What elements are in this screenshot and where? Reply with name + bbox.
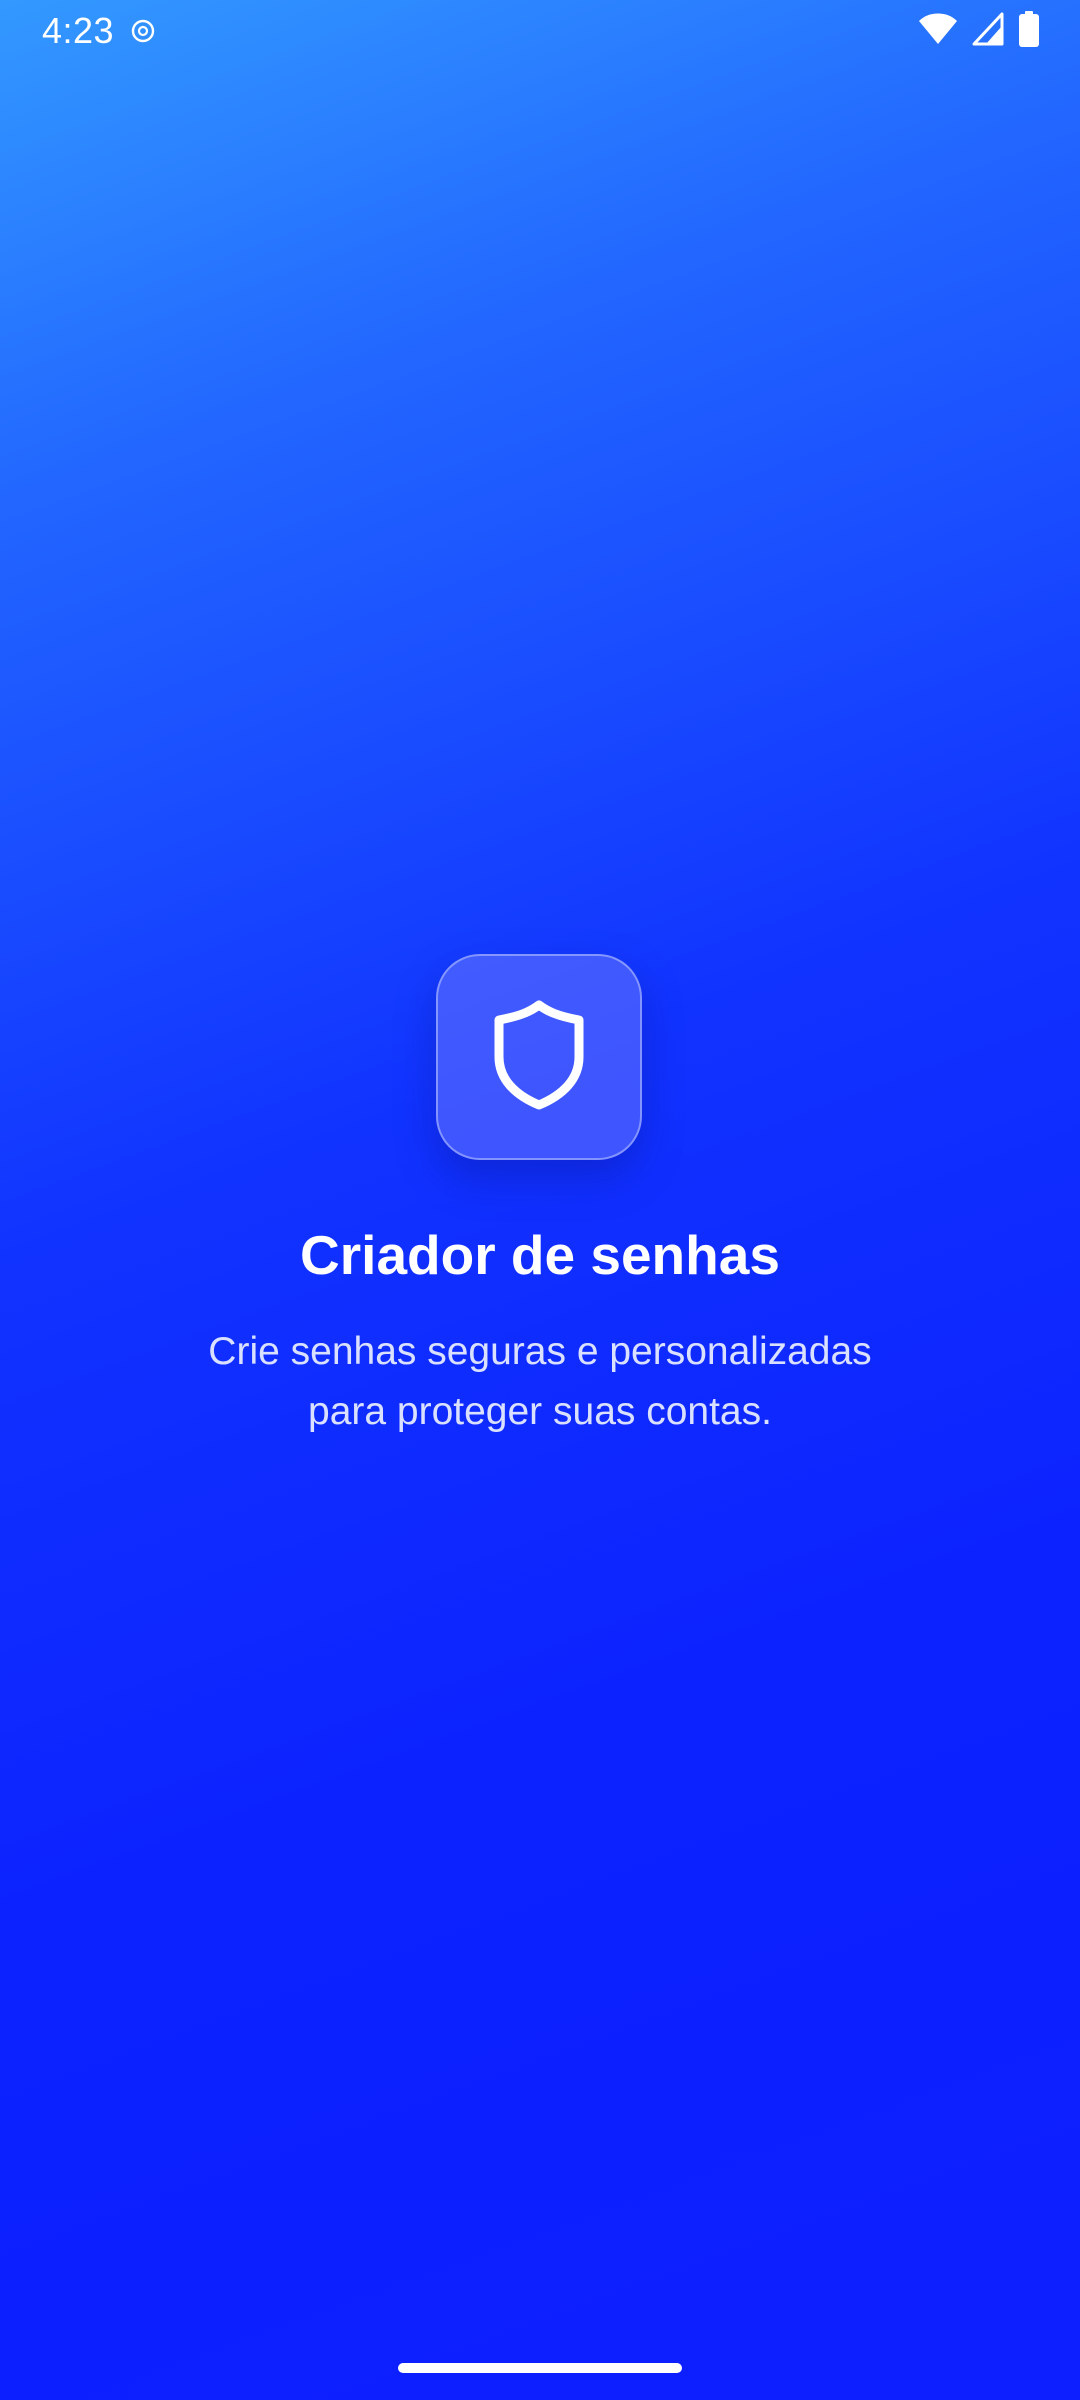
app-subtitle-line-2: para proteger suas contas. [308, 1390, 772, 1433]
status-icons [918, 10, 1040, 52]
app-subtitle: Crie senhas seguras e personalizadas par… [140, 1322, 940, 1442]
battery-icon [1018, 10, 1040, 52]
location-ring-icon [130, 18, 156, 44]
splash-screen: 4:23 Criador de senhas Crie senhas segur… [0, 0, 1080, 2400]
app-subtitle-line-1: Crie senhas seguras e personalizadas [208, 1330, 872, 1373]
app-title: Criador de senhas [300, 1224, 780, 1286]
cell-signal-icon [972, 12, 1004, 51]
home-gesture-bar[interactable] [398, 2363, 682, 2373]
shield-icon [489, 999, 589, 1116]
app-logo-tile [436, 954, 642, 1160]
status-time: 4:23 [42, 10, 115, 51]
wifi-icon [918, 12, 958, 51]
status-bar: 4:23 [0, 0, 1080, 62]
